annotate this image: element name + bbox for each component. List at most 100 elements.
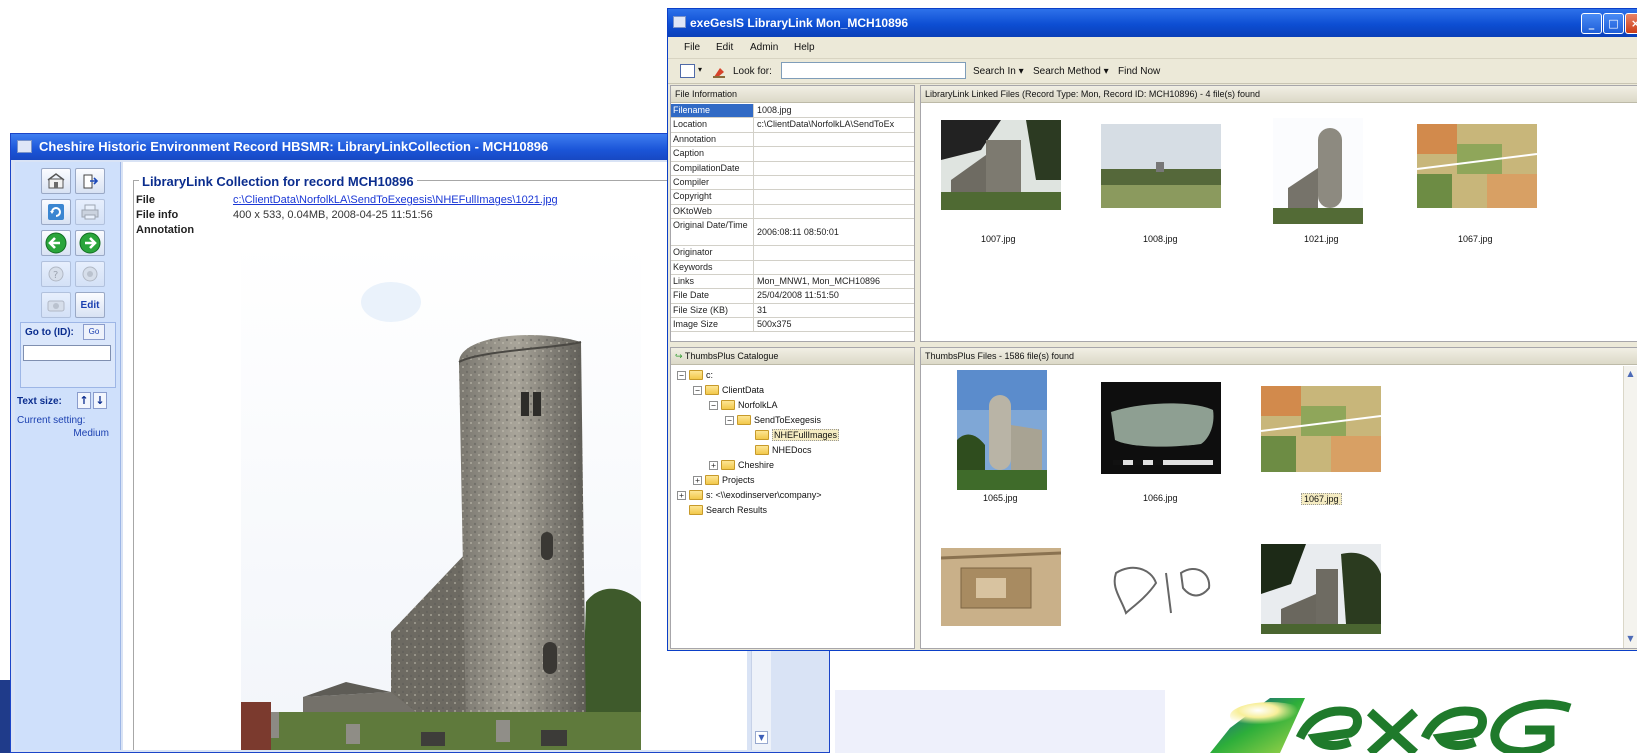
property-key: File Size (KB) [673, 304, 729, 315]
property-key: Annotation [673, 133, 717, 144]
property-row[interactable]: Keywords [671, 260, 914, 275]
tree-node[interactable]: + s: <\\exodinserver\company> [677, 488, 822, 502]
goto-button[interactable]: Go [83, 324, 105, 340]
tree-node[interactable]: Search Results [689, 503, 767, 517]
scroll-down-icon[interactable]: ▼ [1625, 633, 1636, 644]
property-row[interactable]: File Date 25/04/2008 11:51:50 [671, 289, 914, 304]
property-row[interactable]: Links Mon_MNW1, Mon_MCH10896 [671, 274, 914, 290]
text-larger-icon[interactable]: ↑ [77, 392, 91, 409]
file-link[interactable]: c:\ClientData\NorfolkLA\SendToExegesis\N… [233, 194, 558, 206]
property-row[interactable]: Annotation [671, 132, 914, 148]
goto-id-input[interactable] [23, 345, 111, 361]
search-in-dropdown[interactable]: Search In ▾ [973, 66, 1024, 77]
property-row[interactable]: OKtoWeb [671, 204, 914, 220]
find-now-button[interactable]: Find Now [1118, 66, 1160, 77]
property-value[interactable]: 1008.jpg [757, 105, 914, 115]
menu-file[interactable]: File [684, 42, 700, 53]
property-row[interactable]: Caption [671, 147, 914, 162]
property-value[interactable]: 31 [757, 305, 914, 315]
clear-icon[interactable] [712, 64, 726, 83]
tree-node[interactable]: + Projects [693, 473, 755, 487]
look-for-input[interactable] [781, 62, 966, 79]
property-key: Original Date/Time [673, 220, 748, 231]
search-method-dropdown[interactable]: Search Method ▾ [1033, 66, 1109, 77]
expand-icon[interactable]: + [709, 460, 718, 470]
thumbnail-image[interactable] [1261, 386, 1381, 472]
property-value[interactable]: 500x375 [757, 319, 914, 329]
property-value[interactable]: c:\ClientData\NorfolkLA\SendToEx [757, 119, 914, 129]
thumbnail-image[interactable] [957, 370, 1047, 490]
tree-node[interactable]: NHEDocs [755, 443, 812, 457]
expand-icon[interactable]: + [693, 475, 702, 485]
property-row[interactable]: CompilationDate [671, 161, 914, 176]
property-row[interactable]: Location c:\ClientData\NorfolkLA\SendToEx [671, 118, 914, 133]
text-smaller-icon[interactable]: ↓ [93, 392, 107, 409]
close-icon[interactable]: × [1625, 13, 1637, 34]
catalogue-title: ThumbsPlus Catalogue [684, 351, 779, 361]
thumbnail-image[interactable] [1101, 553, 1221, 623]
refresh-icon[interactable] [41, 199, 71, 225]
property-key: File Date [673, 290, 710, 301]
view-icon[interactable] [680, 64, 695, 78]
menu-help[interactable]: Help [794, 42, 815, 53]
collapse-icon[interactable]: − [677, 370, 686, 380]
property-row[interactable]: Filename 1008.jpg [671, 104, 914, 119]
menu-edit[interactable]: Edit [716, 42, 733, 53]
collapse-icon[interactable]: − [725, 415, 734, 425]
property-row[interactable]: Originator [671, 246, 914, 261]
thumbnail-image[interactable] [1417, 124, 1537, 208]
thumbnail-caption[interactable]: 1007.jpg [981, 234, 1016, 244]
current-setting-label: Current setting: [17, 415, 86, 426]
tree-node[interactable]: − ClientData [693, 383, 764, 397]
thumbnail-caption[interactable]: 1067.jpg [1458, 234, 1493, 244]
collapse-icon[interactable]: − [709, 400, 718, 410]
property-row[interactable]: Original Date/Time 2006:08:11 08:50:01 [671, 219, 914, 247]
camera-icon[interactable] [41, 292, 71, 318]
thumbnail-caption[interactable]: 1008.jpg [1143, 234, 1178, 244]
thumbnail-image[interactable] [1101, 124, 1221, 208]
tree-node[interactable]: + Cheshire [709, 458, 774, 472]
home-icon[interactable] [41, 168, 71, 194]
tree-node[interactable]: − SendToExegesis [725, 413, 821, 427]
thumbnail-image[interactable] [1273, 118, 1363, 224]
thumbnail-image[interactable] [1101, 382, 1221, 474]
tree-node[interactable]: − c: [677, 368, 713, 382]
collapse-icon[interactable]: − [693, 385, 702, 395]
thumbsplus-scrollbar[interactable]: ▲ ▼ [1623, 366, 1637, 648]
exegesis-title-bar[interactable]: exeGesIS LibraryLink Mon_MCH10896 _ □ × [668, 9, 1637, 37]
property-row[interactable]: Compiler [671, 175, 914, 191]
tree-node[interactable]: NHEFullImages [755, 428, 840, 442]
scroll-up-icon[interactable]: ▲ [1625, 368, 1636, 379]
property-row[interactable]: File Size (KB) 31 [671, 303, 914, 319]
property-value[interactable]: 2006:08:11 08:50:01 [757, 227, 914, 237]
property-value[interactable]: 25/04/2008 11:51:50 [757, 290, 914, 300]
exit-icon[interactable] [75, 168, 105, 194]
cheshire-title: Cheshire Historic Environment Record HBS… [39, 139, 549, 154]
property-row[interactable]: Image Size 500x375 [671, 318, 914, 333]
back-arrow-icon[interactable] [41, 230, 71, 256]
scroll-down-icon[interactable]: ▼ [755, 731, 768, 744]
thumbnail-caption[interactable]: 1021.jpg [1304, 234, 1339, 244]
maximize-icon[interactable]: □ [1603, 13, 1624, 34]
expand-icon[interactable]: + [677, 490, 686, 500]
edit-button[interactable]: Edit [75, 292, 105, 318]
thumbnail-image[interactable] [1261, 544, 1381, 634]
thumbnail-caption[interactable]: 1066.jpg [1143, 493, 1178, 503]
thumbnail-image[interactable] [941, 120, 1061, 210]
view-dropdown-icon[interactable]: ▾ [698, 65, 702, 74]
property-row[interactable]: Copyright [671, 190, 914, 205]
info-icon[interactable] [75, 261, 105, 287]
thumbnail-caption[interactable]: 1065.jpg [983, 493, 1018, 503]
goto-panel: Go to (ID): Go [20, 322, 116, 388]
help-icon[interactable]: ? [41, 261, 71, 287]
menu-admin[interactable]: Admin [750, 42, 778, 53]
property-value[interactable]: Mon_MNW1, Mon_MCH10896 [757, 276, 914, 286]
print-icon[interactable] [75, 199, 105, 225]
thumbnail-image[interactable] [941, 548, 1061, 626]
thumbnail-caption[interactable]: 1067.jpg [1301, 493, 1342, 505]
church-photo[interactable] [241, 242, 641, 750]
tree-node[interactable]: − NorfolkLA [709, 398, 778, 412]
minimize-icon[interactable]: _ [1581, 13, 1602, 34]
textsize-label: Text size: [17, 396, 62, 407]
forward-arrow-icon[interactable] [75, 230, 105, 256]
